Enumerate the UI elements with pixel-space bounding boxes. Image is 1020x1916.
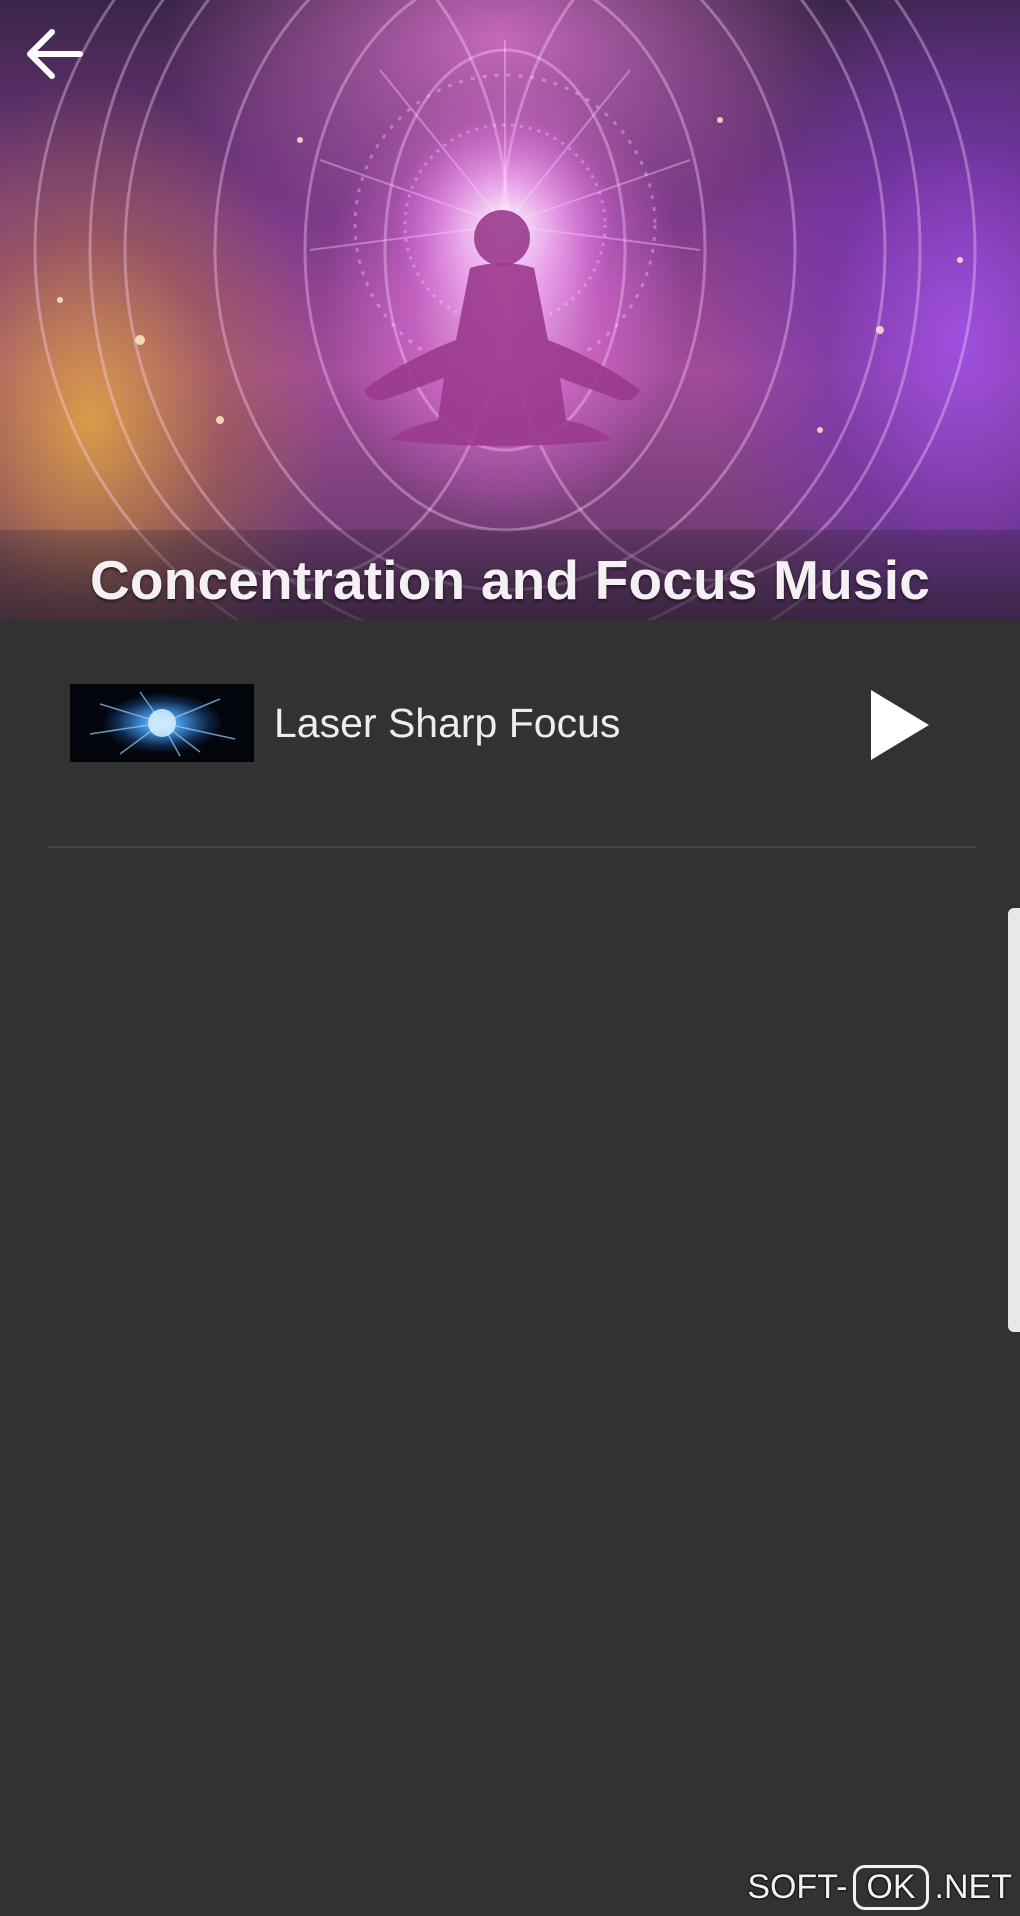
play-button[interactable]	[858, 680, 942, 770]
track-title: Laser Sharp Focus	[274, 700, 621, 746]
watermark: SOFT- OK .NET	[747, 1865, 1012, 1910]
watermark-right: .NET	[934, 1868, 1012, 1906]
back-button[interactable]	[24, 26, 108, 110]
track-row[interactable]: Laser Sharp Focus	[0, 620, 1020, 848]
watermark-left: SOFT-	[747, 1868, 848, 1906]
watermark-box: OK	[853, 1865, 929, 1910]
page-title: Concentration and Focus Music	[89, 549, 931, 611]
mandala-artwork	[33, 0, 977, 620]
neural-burst-image	[89, 691, 236, 757]
list-divider	[48, 846, 976, 848]
track-list: Laser Sharp Focus	[0, 620, 1020, 848]
header-artwork: Concentration and Focus Music	[0, 0, 1020, 620]
scrollbar-thumb[interactable]	[1008, 908, 1020, 1332]
play-icon	[871, 690, 929, 760]
track-thumbnail	[70, 684, 254, 762]
app-screen: Concentration and Focus Music Laser Shar…	[0, 0, 1020, 1916]
arrow-left-icon	[27, 29, 83, 79]
